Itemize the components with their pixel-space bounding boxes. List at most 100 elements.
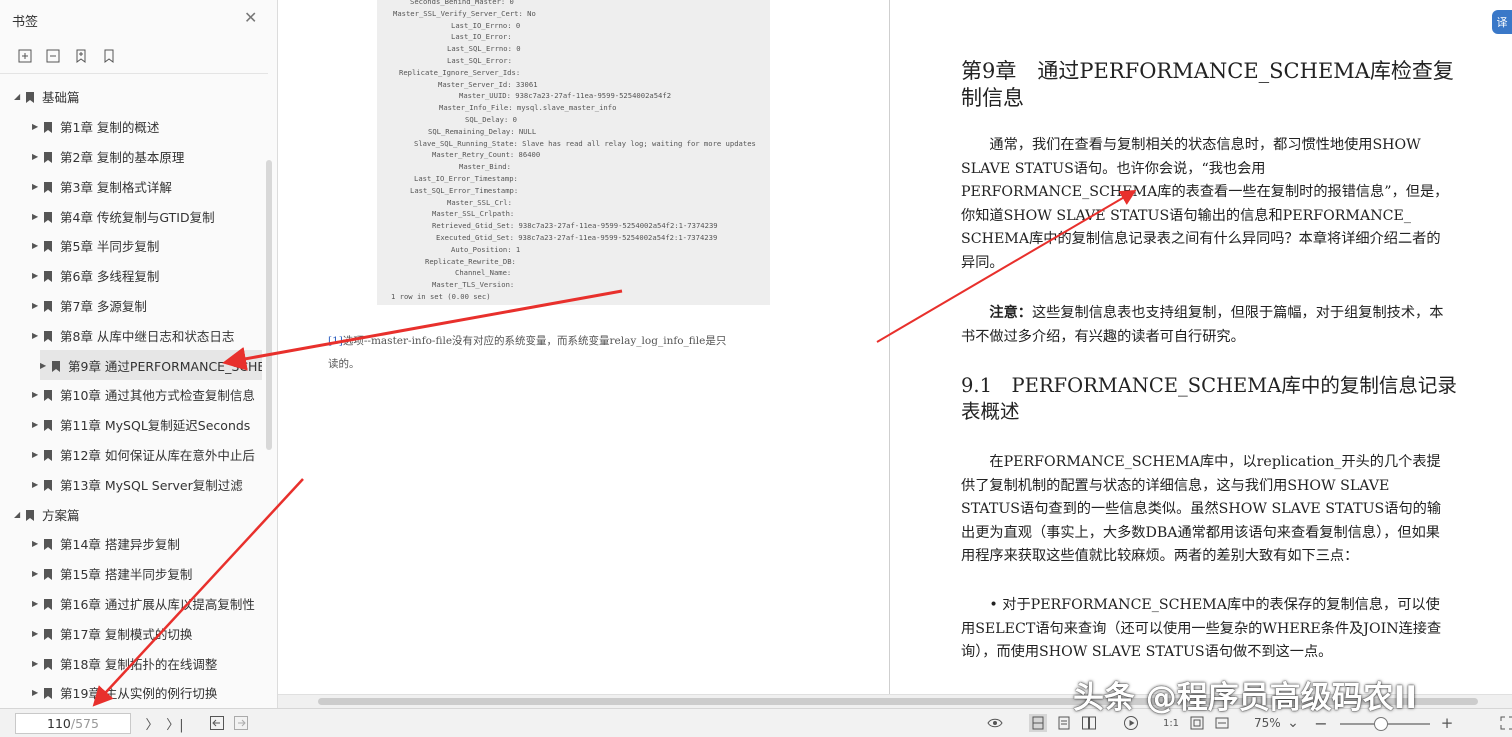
bookmark-item[interactable]: ▶ 第8章 从库中继日志和状态日志: [0, 320, 262, 350]
code-line: Auto_Position: 1: [451, 244, 521, 254]
zoom-level[interactable]: 75%: [1254, 716, 1281, 730]
bookmark-item[interactable]: ▶ 第15章 搭建半同步复制: [0, 559, 262, 589]
translate-icon[interactable]: 译: [1492, 10, 1512, 34]
bookmark-label: 基础篇: [42, 90, 80, 106]
expand-triangle-right-icon[interactable]: ▶: [32, 122, 42, 131]
expand-triangle-right-icon[interactable]: ▶: [32, 599, 42, 608]
bookmark-icon: [44, 121, 52, 134]
expand-triangle-right-icon[interactable]: ▶: [32, 152, 42, 161]
bookmark-icon: [44, 300, 52, 312]
bookmark-item[interactable]: ▶ 第17章 复制模式的切换: [0, 618, 262, 648]
expand-triangle-right-icon[interactable]: ▶: [32, 688, 42, 697]
expand-triangle-right-icon[interactable]: ▶: [32, 182, 42, 191]
next-view-icon[interactable]: [232, 714, 250, 732]
zoom-in-icon[interactable]: +: [1438, 714, 1456, 732]
bookmark-section[interactable]: ◢ 基础篇: [0, 82, 262, 112]
expand-triangle-right-icon[interactable]: ▶: [32, 480, 42, 489]
bookmark-item[interactable]: ▶ 第5章 半同步复制: [0, 231, 262, 261]
sidebar-title: 书签: [12, 15, 39, 30]
expand-triangle-right-icon[interactable]: ▶: [32, 450, 42, 459]
bookmark-icon: [44, 389, 52, 402]
bookmark-sidebar: 书签 ✕ ◢ 基础篇 ▶ 第1章 复制的概述 ▶ 第2章 复制的基本原理 ▶ 第3章 复制格式…: [0, 0, 278, 708]
bookmark-item[interactable]: ▶ 第2章 复制的基本原理: [0, 142, 262, 172]
bookmark-icon: [44, 449, 52, 461]
bookmark-item[interactable]: ▶ 第11章 MySQL复制延迟Seconds: [0, 410, 262, 440]
fullscreen-icon[interactable]: [1498, 714, 1512, 732]
bookmark-label: 第12章 如何保证从库在意外中止后: [60, 447, 255, 463]
document-viewer: Seconds_Behind_Master: 0 Master_SSL_Verif…: [278, 0, 1512, 694]
bookmark-label: 第8章 从库中继日志和状态日志: [60, 328, 235, 344]
bookmark-item[interactable]: ▶ 第10章 通过其他方式检查复制信息: [0, 380, 262, 410]
expand-triangle-down-icon[interactable]: ◢: [14, 510, 24, 519]
bookmark-item[interactable]: ▶ 第14章 搭建异步复制: [0, 529, 262, 559]
code-line: Last_IO_Error:: [451, 32, 512, 42]
prev-view-icon[interactable]: [208, 714, 226, 732]
note-paragraph: 注意：这些复制信息表也支持组复制，但限于篇幅，对于组复制技术，本书不做过多介绍，…: [961, 302, 1451, 349]
expand-triangle-right-icon[interactable]: ▶: [32, 390, 42, 399]
bookmark-item[interactable]: ▶ 第18章 复制拓扑的在线调整: [0, 648, 262, 678]
zoom-slider-knob[interactable]: [1374, 717, 1388, 731]
bookmark-icon[interactable]: [100, 47, 118, 65]
bookmark-label: 第7章 多源复制: [60, 298, 147, 314]
section-paragraph: 在PERFORMANCE_SCHEMA库中，以replication_开头的几个…: [961, 454, 1442, 564]
code-line: Last_SQL_Errno: 0: [447, 44, 521, 54]
code-line: Master_Retry_Count: 86400: [432, 150, 541, 160]
sidebar-divider: [0, 73, 268, 74]
expand-triangle-right-icon[interactable]: ▶: [32, 212, 42, 221]
bookmark-label: 第10章 通过其他方式检查复制信息: [60, 388, 255, 404]
bookmark-item[interactable]: ▶ 第9章 通过PERFORMANCE_SCHE: [40, 350, 262, 380]
code-line: Master_Bind:: [459, 162, 511, 172]
code-line: Master_UUID: 938c7a23-27af-11ea-9599-525…: [459, 91, 672, 101]
add-bookmark-icon[interactable]: [72, 47, 90, 65]
next-page-icon[interactable]: 〉: [143, 714, 161, 733]
bookmark-label: 第6章 多线程复制: [60, 269, 160, 285]
bookmark-item[interactable]: ▶ 第13章 MySQL Server复制过滤: [0, 469, 262, 499]
bookmark-item[interactable]: ▶ 第4章 传统复制与GTID复制: [0, 201, 262, 231]
expand-all-icon[interactable]: [16, 47, 34, 65]
expand-triangle-right-icon[interactable]: ▶: [32, 659, 42, 668]
bookmark-item[interactable]: ▶ 第6章 多线程复制: [0, 261, 262, 291]
page-number-input[interactable]: 110/575: [15, 713, 131, 734]
bookmark-icon: [44, 628, 52, 640]
close-icon[interactable]: ✕: [244, 10, 257, 26]
last-page-icon[interactable]: 〉|: [166, 714, 184, 733]
expand-triangle-down-icon[interactable]: ◢: [14, 92, 24, 101]
code-line: Retrieved_Gtid_Set: 938c7a23-27af-11ea-9…: [432, 221, 718, 231]
code-line: Last_IO_Errno: 0: [451, 20, 521, 30]
bookmark-item[interactable]: ▶ 第19章 主从实例的例行切换: [0, 678, 262, 708]
bookmark-icon: [44, 181, 52, 193]
sidebar-scrollbar[interactable]: [266, 160, 272, 450]
continuous-page-icon[interactable]: [1055, 714, 1073, 732]
code-line: Master_TLS_Version:: [432, 280, 515, 290]
expand-triangle-right-icon[interactable]: ▶: [32, 271, 42, 280]
bookmark-icon: [44, 658, 52, 670]
footnote: [1]选项--master-info-file没有对应的系统变量，而系统变量re…: [328, 330, 828, 376]
expand-triangle-right-icon[interactable]: ▶: [32, 539, 42, 548]
bookmark-item[interactable]: ▶ 第1章 复制的概述: [0, 112, 262, 142]
bookmark-section[interactable]: ◢ 方案篇: [0, 499, 262, 529]
bookmark-item[interactable]: ▶ 第3章 复制格式详解: [0, 171, 262, 201]
footnote-line-1: 选项--master-info-file没有对应的系统变量，而系统变量relay…: [342, 335, 727, 347]
bookmark-icon: [44, 240, 52, 253]
collapse-all-icon[interactable]: [44, 47, 62, 65]
total-pages: /575: [70, 716, 99, 731]
bookmark-item[interactable]: ▶ 第12章 如何保证从库在意外中止后: [0, 440, 262, 470]
bookmark-icon: [44, 568, 52, 581]
bookmark-icon: [44, 330, 52, 342]
footnote-mark[interactable]: [1]: [328, 335, 343, 347]
eye-icon[interactable]: [986, 714, 1004, 732]
expand-triangle-right-icon[interactable]: ▶: [32, 301, 42, 310]
single-page-icon[interactable]: [1029, 714, 1047, 732]
expand-triangle-right-icon[interactable]: ▶: [32, 629, 42, 638]
code-line: Master_Server_Id: 33061: [438, 79, 538, 89]
sidebar-toolbar: [16, 47, 118, 65]
bookmark-item[interactable]: ▶ 第16章 通过扩展从库以提高复制性: [0, 589, 262, 619]
expand-triangle-right-icon[interactable]: ▶: [32, 241, 42, 250]
expand-triangle-right-icon[interactable]: ▶: [32, 331, 42, 340]
bookmark-item[interactable]: ▶ 第7章 多源复制: [0, 291, 262, 321]
expand-triangle-right-icon[interactable]: ▶: [40, 361, 50, 370]
bookmark-label: 第4章 传统复制与GTID复制: [60, 209, 215, 225]
code-line: 1 row in set (0.00 sec): [391, 292, 491, 301]
expand-triangle-right-icon[interactable]: ▶: [32, 569, 42, 578]
expand-triangle-right-icon[interactable]: ▶: [32, 420, 42, 429]
